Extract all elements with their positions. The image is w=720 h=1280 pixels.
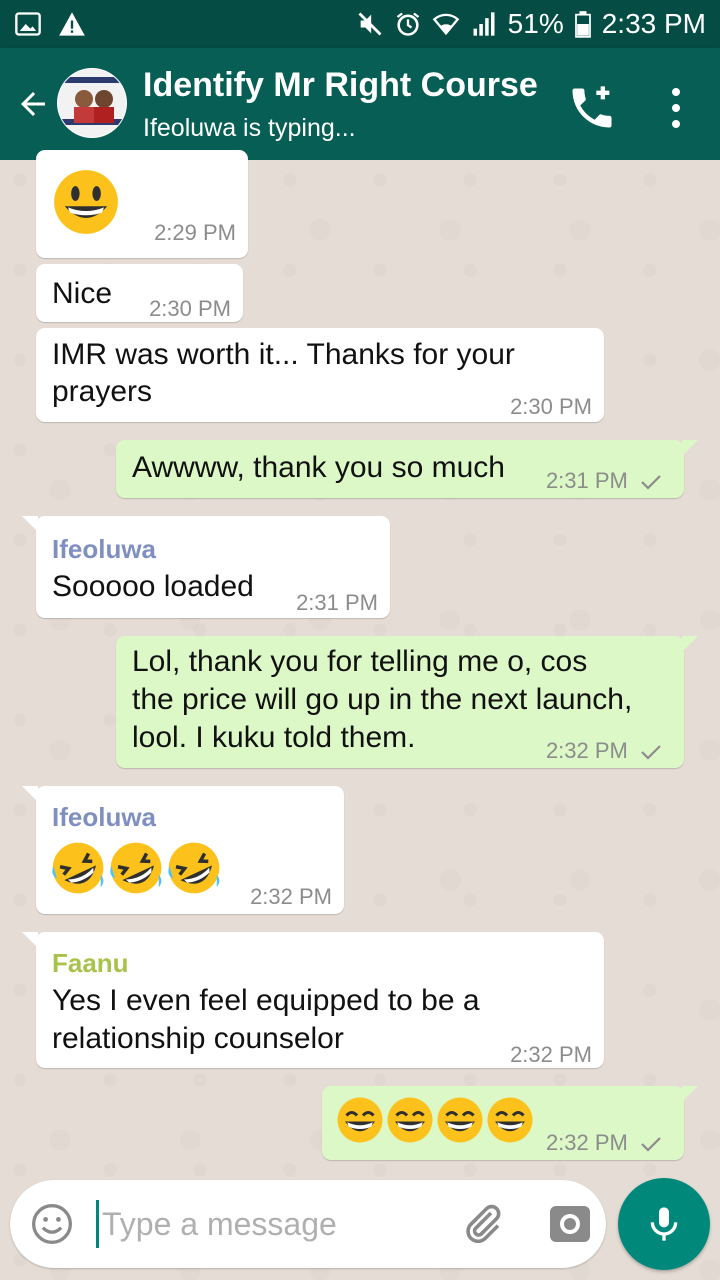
gallery-icon [15, 12, 41, 36]
microphone-icon [650, 1207, 678, 1241]
check-icon [641, 745, 661, 760]
message-time: 2:32 PM [250, 884, 332, 909]
message-text-line: relationship counselor [52, 1022, 344, 1055]
message-text: Nice [52, 277, 113, 310]
message-time: 2:30 PM [149, 296, 231, 321]
signal-icon [473, 12, 495, 36]
message-bubble-outgoing[interactable]: Lol, thank you for telling me o, cos the… [116, 636, 698, 770]
check-icon [641, 475, 661, 490]
chat-title[interactable]: Identify Mr Right Course [143, 66, 538, 105]
message-time-text: 2:32 PM [545, 738, 628, 763]
message-text-line: Yes I even feel equipped to be a [52, 984, 480, 1017]
message-text: Sooooo loaded [52, 570, 254, 603]
message-bubble-incoming[interactable]: Ifeoluwa Sooooo loaded 2:31 PM [22, 516, 390, 618]
grinning-smiling-eyes-emoji [437, 1097, 483, 1143]
dot-icon [672, 120, 680, 128]
back-button[interactable] [10, 78, 56, 130]
clock: 2:33 PM [601, 8, 706, 39]
grinning-smiling-eyes-emoji [337, 1097, 383, 1143]
battery-percent: 51% [507, 8, 564, 39]
chat-header: Identify Mr Right Course Ifeoluwa is typ… [0, 48, 720, 160]
rolling-on-floor-laughing-emoji [110, 842, 162, 894]
warning-icon [59, 12, 85, 36]
camera-button[interactable] [546, 1200, 594, 1248]
mute-icon [358, 12, 382, 36]
add-call-button[interactable] [566, 82, 618, 134]
smiley-icon [32, 1204, 72, 1244]
message-text-line: IMR was worth it... Thanks for your [52, 338, 515, 371]
message-text-line: the price will go up in the next launch, [132, 683, 633, 716]
paperclip-icon [466, 1204, 501, 1244]
message-time: 2:30 PM [510, 394, 592, 419]
wifi-icon [432, 13, 459, 36]
grinning-face-emoji [54, 170, 118, 234]
message-input[interactable] [102, 1198, 432, 1250]
message-time-text: 2:32 PM [545, 1130, 628, 1155]
rolling-on-floor-laughing-emoji [52, 842, 104, 894]
chat-screen: 51% 2:33 PM Identify Mr Right Course Ife… [0, 0, 720, 1280]
message-bubble-outgoing[interactable]: Awwww, thank you so much 2:31 PM [116, 440, 698, 500]
message-time: 2:29 PM [154, 220, 236, 245]
text-cursor [96, 1200, 99, 1248]
message-time: 2:32 PM [546, 1124, 662, 1162]
message-time: 2:32 PM [546, 732, 662, 770]
alarm-icon [396, 12, 419, 36]
battery-icon [574, 11, 591, 38]
dot-icon [672, 104, 680, 112]
check-icon [641, 1137, 661, 1152]
sender-name[interactable]: Ifeoluwa [52, 530, 156, 568]
sender-name[interactable]: Ifeoluwa [52, 798, 156, 836]
message-time: 2:31 PM [546, 462, 662, 500]
message-text-line: prayers [52, 375, 153, 408]
message-text-line: Lol, thank you for telling me o, cos [132, 645, 588, 678]
message-text: Awwww, thank you so much [132, 451, 505, 484]
emoji-button[interactable] [30, 1202, 74, 1246]
sender-name[interactable]: Faanu [52, 944, 129, 982]
message-bubble-incoming[interactable]: Nice 2:30 PM [36, 264, 243, 322]
message-time: 2:31 PM [296, 590, 378, 615]
rolling-on-floor-laughing-emoji [168, 842, 220, 894]
message-bubble-incoming[interactable]: Ifeoluwa 2:32 PM [22, 786, 344, 914]
message-text-line: lool. I kuku told them. [132, 721, 416, 754]
message-bubble-incoming[interactable]: Faanu Yes I even feel equipped to be a r… [22, 932, 604, 1068]
message-bubble-incoming[interactable]: IMR was worth it... Thanks for your pray… [36, 328, 604, 422]
arrow-left-icon [21, 92, 45, 116]
overflow-menu-button[interactable] [660, 84, 692, 132]
group-photo-icon [58, 69, 126, 137]
grinning-smiling-eyes-emoji [487, 1097, 533, 1143]
message-composer [10, 1180, 606, 1268]
message-bubble-incoming[interactable]: 2:29 PM [36, 150, 248, 258]
status-bar: 51% 2:33 PM [0, 0, 720, 48]
phone-add-icon [572, 86, 612, 128]
message-bubble-outgoing[interactable]: 2:32 PM [322, 1086, 698, 1162]
message-list[interactable]: 2:29 PM Nice 2:30 PM IMR was worth it...… [0, 150, 720, 1280]
voice-record-button[interactable] [618, 1178, 710, 1270]
attach-button[interactable] [458, 1200, 506, 1248]
message-time: 2:32 PM [510, 1042, 592, 1067]
dot-icon [672, 88, 680, 96]
camera-icon [550, 1206, 590, 1242]
typing-indicator: Ifeoluwa is typing... [143, 114, 356, 142]
grinning-smiling-eyes-emoji [387, 1097, 433, 1143]
message-time-text: 2:31 PM [545, 468, 628, 493]
group-avatar[interactable] [57, 68, 127, 138]
